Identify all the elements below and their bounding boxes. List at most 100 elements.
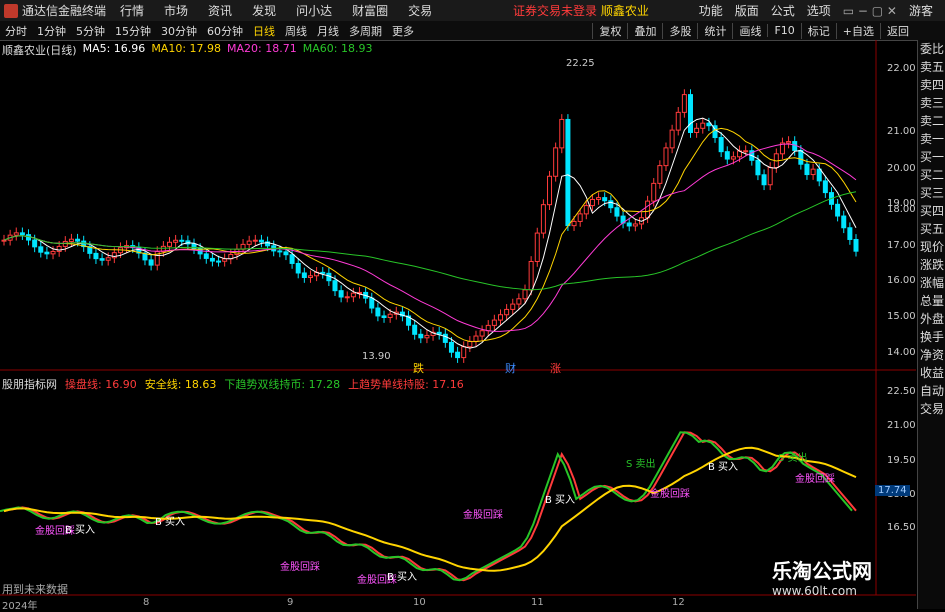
candle-body: [258, 239, 264, 243]
candle-body: [375, 307, 381, 317]
side-item-13: 涨幅: [919, 276, 944, 290]
side-item-8: 买三: [919, 186, 944, 200]
candle-body: [657, 165, 663, 184]
side-item-12: 涨跌: [919, 258, 944, 272]
candle-body: [350, 292, 356, 298]
candle-body: [724, 151, 730, 160]
watermark-name: 乐淘公式网: [772, 559, 872, 583]
candle-body: [216, 260, 222, 263]
candle-body: [841, 215, 847, 229]
candle-body: [786, 141, 792, 144]
candle-body: [559, 118, 565, 149]
signal-buy-4: B 买入: [545, 495, 576, 506]
date-2024: 2024年: [2, 601, 38, 612]
candle-body: [369, 297, 375, 309]
candle-body: [332, 280, 338, 292]
candle-body: [442, 333, 448, 343]
candle-body: [497, 314, 503, 321]
date-12: 12: [672, 597, 685, 608]
side-item-19[interactable]: 自动: [918, 382, 945, 400]
candle-body: [209, 257, 215, 262]
candle-body: [38, 246, 44, 253]
event-finance[interactable]: 财: [505, 360, 516, 376]
candle-body: [387, 313, 393, 319]
candle-body: [344, 296, 350, 299]
candle-body: [651, 182, 657, 202]
candle-body: [473, 335, 479, 342]
candle-body: [320, 271, 326, 274]
candle-body: [663, 147, 669, 167]
candle-body: [681, 94, 687, 113]
candle-body: [718, 137, 724, 153]
signal-golden-pullback-6: 金股回踩: [795, 474, 835, 485]
candle-body: [424, 334, 430, 339]
ytick-sub-2: 21.00: [887, 420, 916, 431]
candle-body: [798, 149, 804, 165]
candle-body: [755, 159, 761, 176]
candle-body: [418, 333, 424, 339]
event-fall[interactable]: 跌: [413, 360, 424, 376]
candle-body: [455, 351, 461, 359]
candle-body: [50, 250, 56, 255]
candle-body: [688, 94, 694, 133]
candle-body: [614, 207, 620, 217]
signal-golden-pullback-2: 金股回踩: [280, 562, 320, 573]
watermark-url: www.60lt.com: [772, 584, 857, 598]
event-rise[interactable]: 涨: [550, 360, 561, 376]
signal-buy-1: B 买入: [65, 525, 96, 536]
side-item-0: 委比: [919, 42, 944, 56]
candle-body: [675, 111, 681, 131]
side-item-20[interactable]: 交易: [918, 400, 945, 418]
side-item-4: 卖二: [919, 114, 944, 128]
candle-body: [289, 254, 295, 264]
candle-body: [252, 239, 258, 242]
candle-body: [179, 239, 185, 242]
candle-body: [75, 238, 81, 242]
candle-body: [577, 213, 583, 222]
candle-body: [632, 223, 638, 227]
candle-body: [203, 253, 209, 259]
candle-body: [246, 240, 252, 245]
ytick-main-5: 18.00: [887, 204, 916, 215]
candle-body: [816, 168, 822, 182]
candle-body: [93, 252, 99, 260]
candle-body: [105, 257, 111, 261]
candle-body: [602, 197, 608, 202]
candle-body: [540, 204, 546, 234]
side-item-14: 总量: [919, 294, 944, 308]
side-item-9: 买四: [919, 204, 944, 218]
candle-body: [307, 275, 313, 278]
candle-body: [645, 200, 651, 219]
site-watermark: 乐淘公式网 www.60lt.com: [772, 555, 912, 598]
candle-body: [13, 232, 19, 236]
candle-body: [810, 168, 816, 176]
ytick-main-7: 16.00: [887, 275, 916, 286]
side-item-1: 卖五: [919, 60, 944, 74]
candle-body: [847, 227, 853, 240]
date-9: 9: [287, 597, 294, 608]
side-item-3: 卖三: [919, 96, 944, 110]
ytick-main-8: 15.00: [887, 311, 916, 322]
candle-body: [19, 232, 25, 236]
candle-body: [510, 303, 516, 310]
candle-body: [32, 239, 38, 248]
high-annotation: 22.25: [566, 58, 595, 69]
side-item-11: 现价: [919, 240, 944, 254]
candle-body: [448, 341, 454, 353]
ma20-line: [3, 143, 857, 332]
ytick-main-1: 22.00: [887, 63, 916, 74]
candle-body: [173, 239, 179, 243]
ytick-sub-1: 22.50: [887, 386, 916, 397]
side-item-2: 卖四: [919, 78, 944, 92]
candle-body: [148, 259, 154, 266]
ytick-main-2: 21.00: [887, 126, 916, 137]
candle-body: [694, 127, 700, 133]
candle-body: [534, 232, 540, 262]
candle-body: [166, 241, 172, 247]
ytick-main-9: 14.00: [887, 347, 916, 358]
candle-body: [504, 308, 510, 316]
candle-body: [461, 346, 467, 359]
candle-body: [589, 198, 595, 207]
candle-body: [596, 197, 602, 200]
low-annotation: 13.90: [362, 351, 391, 362]
